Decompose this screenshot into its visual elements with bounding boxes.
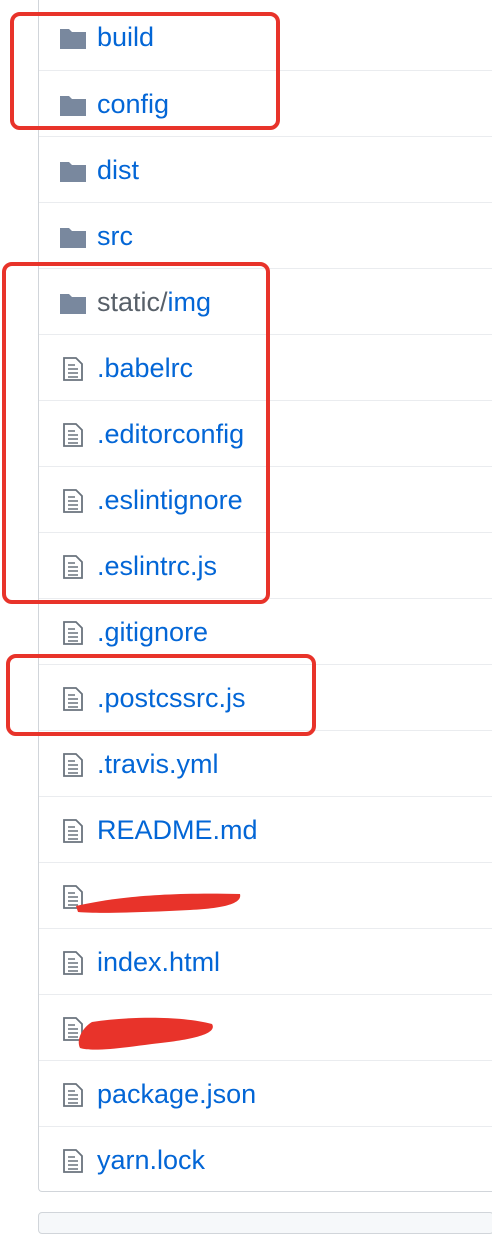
file-icon bbox=[63, 951, 83, 975]
file-row-eslintrc[interactable]: .eslintrc.js bbox=[39, 532, 492, 598]
file-icon bbox=[63, 357, 83, 381]
file-name[interactable]: .eslintrc.js bbox=[97, 550, 217, 582]
file-name[interactable]: .babelrc bbox=[97, 352, 193, 384]
folder-icon bbox=[60, 96, 86, 116]
folder-icon bbox=[60, 228, 86, 248]
file-row-config[interactable]: config bbox=[39, 70, 492, 136]
folder-icon bbox=[60, 294, 86, 314]
file-row-postcssrc[interactable]: .postcssrc.js bbox=[39, 664, 492, 730]
file-icon bbox=[63, 1083, 83, 1107]
file-name[interactable]: .eslintignore bbox=[97, 484, 243, 516]
file-name[interactable]: .editorconfig bbox=[97, 418, 244, 450]
folder-icon bbox=[60, 29, 86, 49]
file-icon bbox=[63, 555, 83, 579]
file-name[interactable]: package.json bbox=[97, 1078, 256, 1110]
file-name[interactable]: .postcssrc.js bbox=[97, 682, 246, 714]
file-icon bbox=[63, 423, 83, 447]
file-icon bbox=[63, 489, 83, 513]
redaction-scribble bbox=[76, 893, 241, 913]
path-prefix[interactable]: static/ bbox=[97, 287, 168, 317]
file-row-yarn[interactable]: yarn.lock bbox=[39, 1126, 492, 1192]
file-name[interactable]: static/img bbox=[97, 286, 211, 318]
file-name[interactable]: README.md bbox=[97, 814, 258, 846]
file-name[interactable]: dist bbox=[97, 154, 139, 186]
redaction-scribble bbox=[78, 1017, 213, 1050]
file-name[interactable]: build bbox=[97, 21, 154, 53]
file-icon bbox=[63, 621, 83, 645]
file-row-travis[interactable]: .travis.yml bbox=[39, 730, 492, 796]
file-icon bbox=[63, 819, 83, 843]
file-name[interactable]: yarn.lock bbox=[97, 1144, 205, 1176]
file-row-readme[interactable]: README.md bbox=[39, 796, 492, 862]
file-name[interactable]: src bbox=[97, 220, 133, 252]
file-name[interactable]: config bbox=[97, 88, 169, 120]
file-row-gitignore[interactable]: .gitignore bbox=[39, 598, 492, 664]
file-row-src[interactable]: src bbox=[39, 202, 492, 268]
file-row-babelrc[interactable]: .babelrc bbox=[39, 334, 492, 400]
file-icon bbox=[63, 1149, 83, 1173]
file-icon bbox=[63, 687, 83, 711]
file-row-dist[interactable]: dist bbox=[39, 136, 492, 202]
file-name[interactable]: .travis.yml bbox=[97, 748, 219, 780]
file-row-index[interactable]: index.html bbox=[39, 928, 492, 994]
file-name[interactable]: index.html bbox=[97, 946, 220, 978]
file-row-static-img[interactable]: static/img bbox=[39, 268, 492, 334]
next-section-box bbox=[38, 1212, 492, 1234]
file-row-editorconfig[interactable]: .editorconfig bbox=[39, 400, 492, 466]
file-row-eslintignore[interactable]: .eslintignore bbox=[39, 466, 492, 532]
file-row-build[interactable]: build bbox=[39, 4, 492, 70]
file-icon bbox=[63, 753, 83, 777]
path-leaf[interactable]: img bbox=[168, 287, 212, 317]
file-row-package[interactable]: package.json bbox=[39, 1060, 492, 1126]
folder-icon bbox=[60, 162, 86, 182]
file-name[interactable]: .gitignore bbox=[97, 616, 208, 648]
